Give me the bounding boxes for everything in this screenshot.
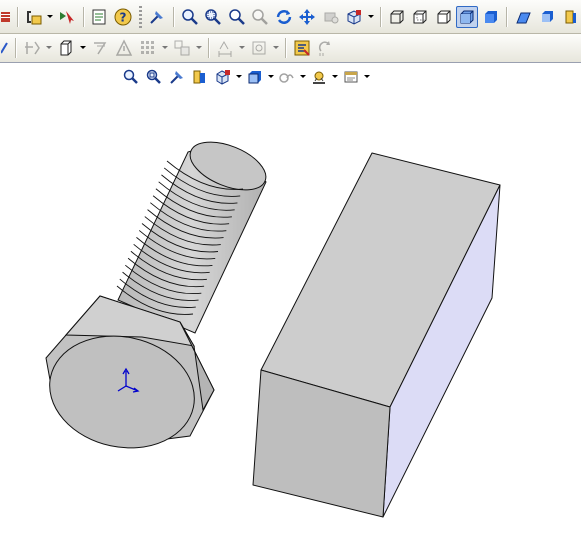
- mass-properties-button[interactable]: [113, 37, 135, 59]
- insert-component-dropdown[interactable]: [195, 37, 203, 59]
- extrude-button[interactable]: [55, 37, 77, 59]
- linear-pattern-button[interactable]: [137, 37, 159, 59]
- section-view-button[interactable]: [512, 6, 534, 28]
- sketch-relations-dropdown[interactable]: [45, 37, 53, 59]
- smart-dimension-dropdown[interactable]: [238, 37, 246, 59]
- wireframe-button[interactable]: [386, 6, 408, 28]
- rollback-button[interactable]: [315, 37, 337, 59]
- sketch-relations-button[interactable]: [21, 37, 43, 59]
- options-button[interactable]: [23, 6, 45, 28]
- toolbar-separator: [173, 6, 175, 27]
- shaded-with-edges-button[interactable]: [456, 5, 478, 28]
- shaded-button[interactable]: [480, 6, 502, 28]
- hidden-lines-visible-button[interactable]: [409, 6, 431, 28]
- toolbar-separator: [506, 6, 508, 27]
- toolbar-separator: [17, 6, 18, 27]
- insert-component-button[interactable]: [171, 37, 193, 59]
- file-properties-button[interactable]: [89, 6, 111, 28]
- rotate-view-button[interactable]: [273, 6, 295, 28]
- rectangular-block[interactable]: [252, 152, 501, 518]
- view-orientation-dropdown[interactable]: [367, 6, 375, 28]
- roll-view-button[interactable]: [320, 6, 342, 28]
- pan-button[interactable]: [297, 6, 319, 28]
- view-orientation-button[interactable]: [344, 6, 366, 28]
- zoom-in-out-button[interactable]: [226, 6, 248, 28]
- svg-text:?: ?: [120, 10, 127, 24]
- view-selector-button[interactable]: [536, 6, 558, 28]
- smart-dimension-button[interactable]: [214, 37, 236, 59]
- reference-geometry-button[interactable]: [89, 37, 111, 59]
- toolbar-separator: [15, 38, 16, 58]
- toolbar-separator: [82, 6, 84, 27]
- display-style-button[interactable]: [248, 37, 270, 59]
- display-style-dropdown[interactable]: [272, 37, 280, 59]
- graphics-area[interactable]: [0, 64, 581, 534]
- select-other-button[interactable]: [56, 6, 78, 28]
- toolbar-separator: [379, 6, 381, 27]
- 3d-view-button[interactable]: [559, 6, 581, 28]
- toolbar-separator: [208, 38, 209, 58]
- toolbar-grip[interactable]: [138, 5, 142, 28]
- zoom-to-area-button[interactable]: [203, 6, 225, 28]
- hidden-lines-removed-button[interactable]: [433, 6, 455, 28]
- inspect-button[interactable]: [291, 37, 313, 59]
- options-dropdown[interactable]: [46, 6, 54, 28]
- extrude-dropdown[interactable]: [79, 37, 87, 59]
- help-button[interactable]: ?: [112, 6, 134, 28]
- toolbar-separator: [285, 38, 286, 58]
- linear-pattern-dropdown[interactable]: [161, 37, 169, 59]
- standard-toolbar: ?: [0, 0, 581, 34]
- view-orientation-pin-button[interactable]: [147, 6, 169, 28]
- zoom-to-fit-button[interactable]: [179, 6, 201, 28]
- hex-bolt[interactable]: [39, 132, 272, 461]
- features-toolbar: [0, 34, 581, 63]
- zoom-to-selection-button[interactable]: [250, 6, 272, 28]
- properties-button[interactable]: [0, 6, 12, 28]
- sketch-button[interactable]: [0, 37, 10, 59]
